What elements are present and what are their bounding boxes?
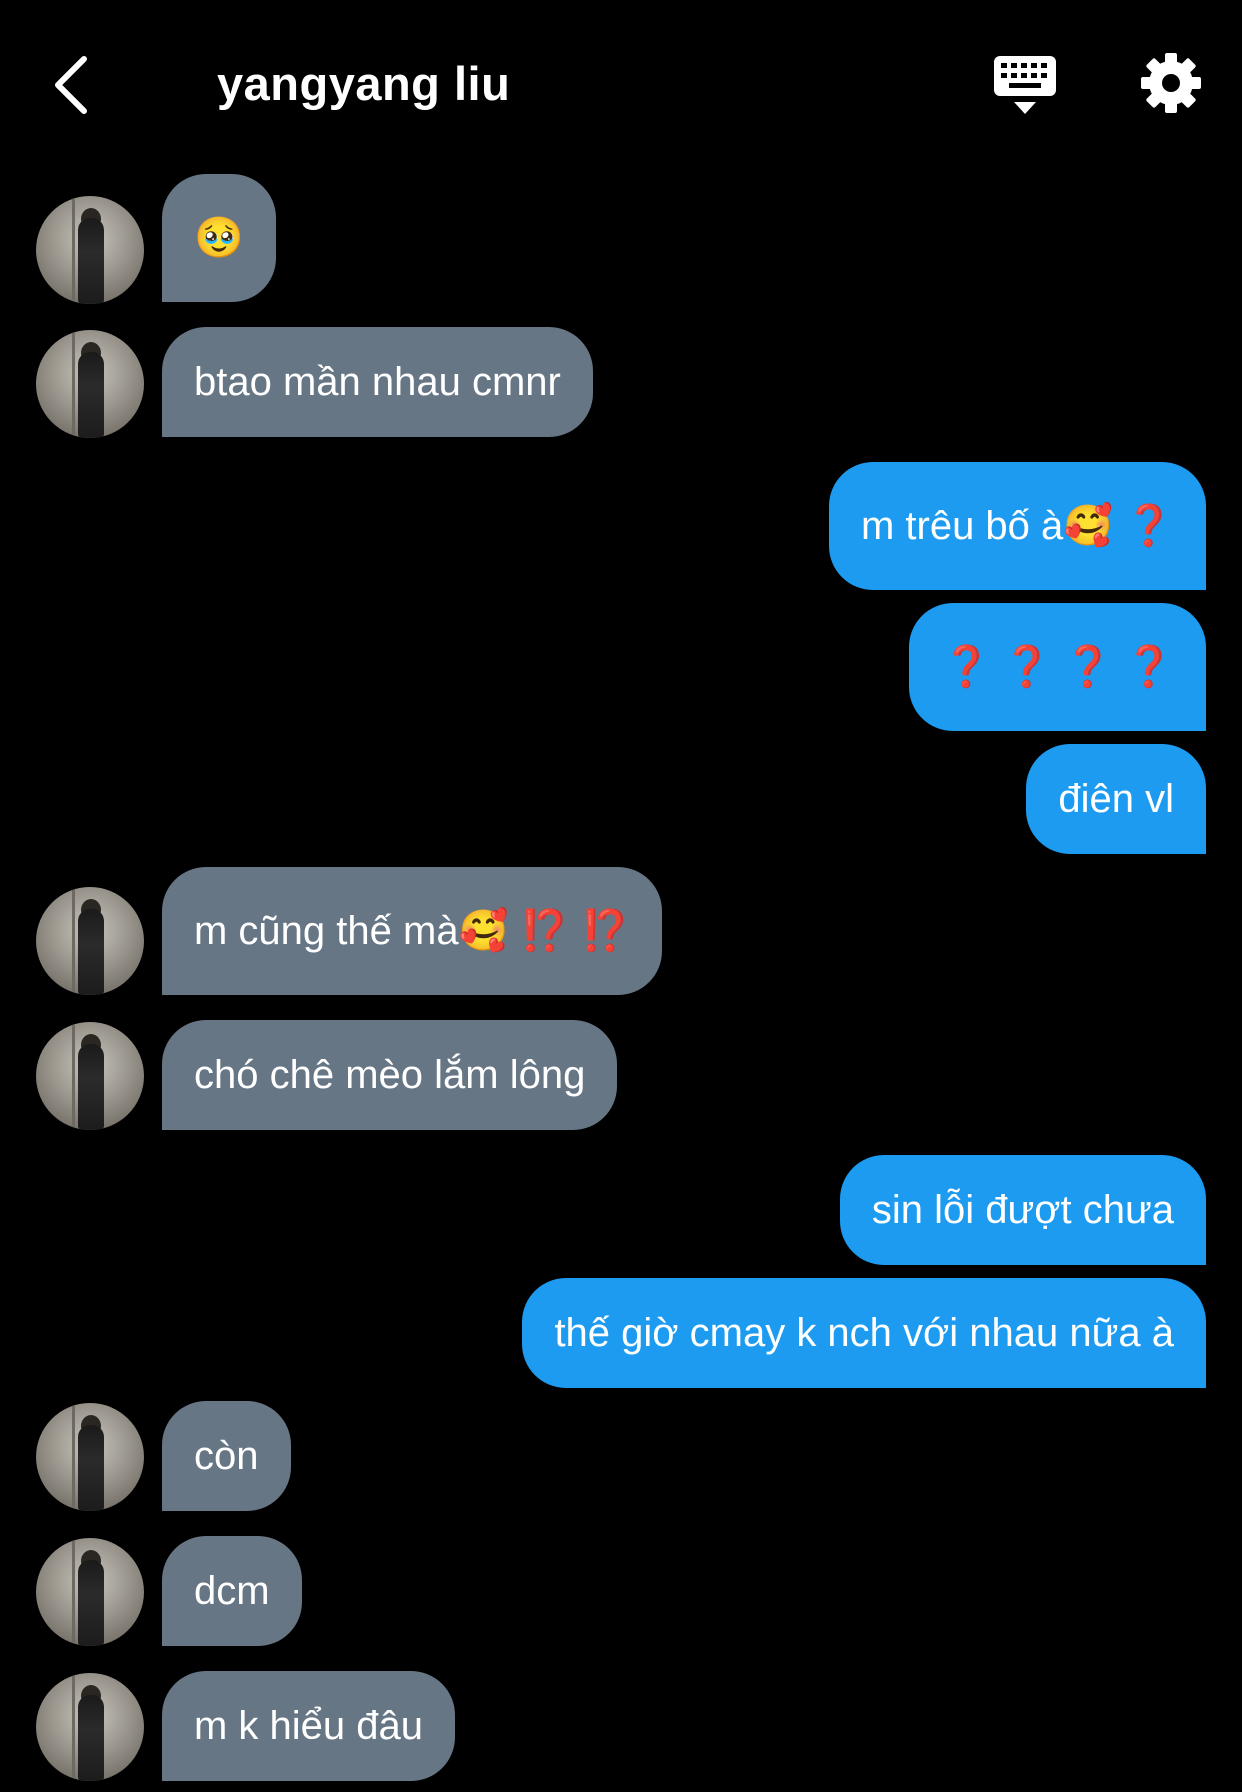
message-text: btao mần nhau cmnr <box>194 360 561 404</box>
message-text: chó chê mèo lắm lông <box>194 1053 586 1097</box>
avatar[interactable] <box>36 1403 144 1511</box>
message-text: m k hiểu đâu <box>194 1704 424 1748</box>
message-text: điên vl <box>1058 777 1174 821</box>
message-bubble-outgoing[interactable]: điên vl <box>1026 744 1206 854</box>
avatar[interactable] <box>36 330 144 438</box>
message-bubble-incoming[interactable]: m cũng thế mà🥰 ⁉️ ⁉️ <box>162 867 663 995</box>
message-list[interactable]: 🥹 btao mần nhau cmnr m trêu bố à🥰 ❓ ❓ ❓ … <box>0 0 1242 1792</box>
avatar[interactable] <box>36 1538 144 1646</box>
message-text: còn <box>194 1434 259 1478</box>
message-bubble-outgoing[interactable]: sin lỗi đượt chưa <box>839 1155 1206 1265</box>
message-bubble-outgoing[interactable]: thế giờ cmay k nch với nhau nữa à <box>522 1278 1206 1388</box>
avatar[interactable] <box>36 1673 144 1781</box>
message-bubble-outgoing[interactable]: m trêu bố à🥰 ❓ <box>828 462 1206 590</box>
message-bubble-incoming[interactable]: dcm <box>162 1536 302 1646</box>
message-bubble-incoming[interactable]: còn <box>162 1401 291 1511</box>
avatar[interactable] <box>36 887 144 995</box>
message-bubble-incoming[interactable]: m k hiểu đâu <box>162 1671 456 1781</box>
message-bubble-outgoing[interactable]: ❓ ❓ ❓ ❓ <box>909 603 1206 731</box>
message-text: m cũng thế mà🥰 ⁉️ ⁉️ <box>194 909 631 953</box>
message-text: dcm <box>194 1569 270 1613</box>
message-bubble-incoming[interactable]: btao mần nhau cmnr <box>162 327 593 437</box>
avatar[interactable] <box>36 196 144 304</box>
avatar[interactable] <box>36 1022 144 1130</box>
message-text: m trêu bố à🥰 ❓ <box>860 504 1174 548</box>
message-text: sin lỗi đượt chưa <box>871 1188 1174 1232</box>
message-bubble-incoming[interactable]: 🥹 <box>162 174 276 302</box>
message-text: ❓ ❓ ❓ ❓ <box>941 645 1174 689</box>
message-text: 🥹 <box>194 216 244 260</box>
message-bubble-incoming[interactable]: chó chê mèo lắm lông <box>162 1020 618 1130</box>
message-text: thế giờ cmay k nch với nhau nữa à <box>554 1311 1174 1355</box>
